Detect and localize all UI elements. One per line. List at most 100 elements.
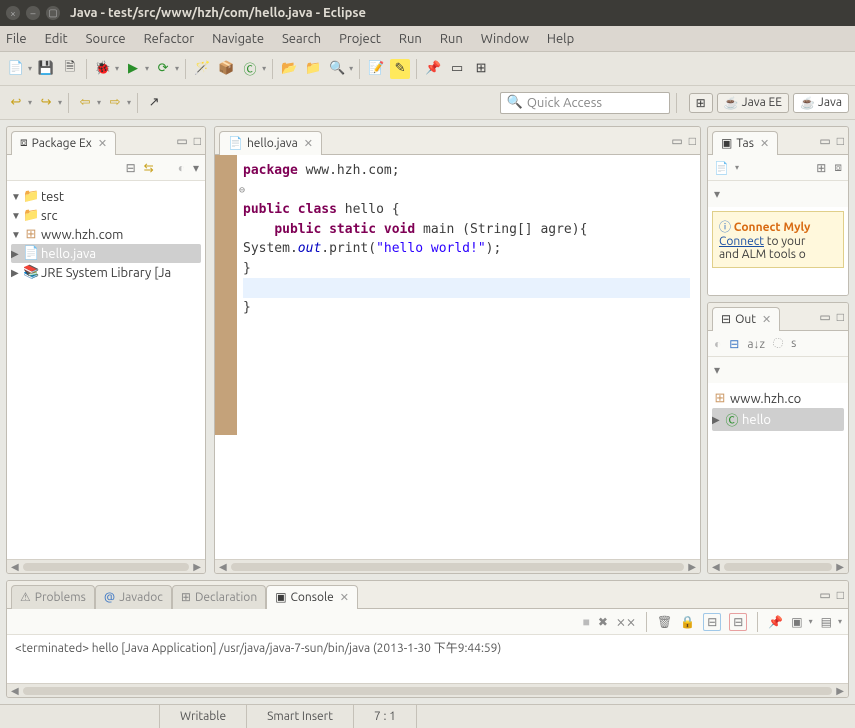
maximize-window-button[interactable]: ▢	[46, 6, 60, 20]
menu-project[interactable]: Project	[339, 32, 381, 46]
fold-icon[interactable]: ⊖	[239, 183, 245, 198]
close-icon[interactable]: ✕	[762, 313, 771, 326]
new-package-icon[interactable]: 📦	[216, 59, 236, 79]
new-icon[interactable]: 📄	[6, 59, 26, 79]
minimize-view-icon[interactable]: ▭	[819, 134, 830, 148]
display-console-icon[interactable]: ▣	[791, 615, 802, 629]
run-icon[interactable]: ▶	[123, 59, 143, 79]
menu-refactor[interactable]: Refactor	[144, 32, 195, 46]
sort-icon[interactable]: ⊟	[729, 337, 739, 351]
wand-icon[interactable]: 🪄	[192, 59, 212, 79]
minimize-view-icon[interactable]: ▭	[671, 134, 682, 148]
scrollbar[interactable]: ◀▶	[7, 683, 848, 697]
maximize-view-icon[interactable]: □	[837, 588, 844, 602]
next-annotation-icon[interactable]: ⇨	[105, 93, 125, 113]
close-icon[interactable]: ✕	[760, 137, 769, 150]
perspective-javaee[interactable]: ☕Java EE	[717, 93, 789, 113]
focus-icon[interactable]: ◐	[714, 337, 721, 351]
menu-window[interactable]: Window	[481, 32, 529, 46]
menu-help[interactable]: Help	[547, 32, 574, 46]
menu-source[interactable]: Source	[86, 32, 126, 46]
save-all-icon[interactable]: 🗎	[60, 59, 80, 79]
remove-all-icon[interactable]: ⨯⨯	[616, 615, 636, 629]
terminate-icon[interactable]: ■	[583, 615, 590, 629]
perspective-java[interactable]: ☕Java	[793, 93, 849, 113]
menu-edit[interactable]: Edit	[45, 32, 68, 46]
schedule-icon[interactable]: ⧈	[834, 161, 842, 175]
open-task-icon[interactable]: 📁	[303, 59, 323, 79]
maximize-view-icon[interactable]: □	[689, 134, 696, 148]
tab-editor-hello[interactable]: 📄 hello.java ✕	[219, 131, 322, 155]
minimize-view-icon[interactable]: ▭	[819, 588, 830, 602]
tab-outline[interactable]: ⊟ Out ✕	[712, 307, 780, 331]
highlight-icon[interactable]: ✎	[390, 59, 410, 79]
open-type-icon[interactable]: 📂	[279, 59, 299, 79]
close-window-button[interactable]: ×	[6, 6, 20, 20]
toggle-icon[interactable]: ⊞	[471, 59, 491, 79]
search-icon[interactable]: 🔍	[327, 59, 347, 79]
remove-launch-icon[interactable]: ✖	[598, 615, 608, 629]
tree-project[interactable]: ▼📁test	[11, 187, 201, 206]
hide-static-icon[interactable]: s	[791, 337, 796, 350]
maximize-view-icon[interactable]: □	[837, 134, 844, 148]
minimize-view-icon[interactable]: ▭	[819, 310, 830, 324]
collapse-all-icon[interactable]: ⊟	[126, 161, 136, 175]
connect-link[interactable]: Connect	[719, 235, 764, 248]
tree-jre[interactable]: ▶📚JRE System Library [Ja	[11, 263, 201, 282]
view-menu-icon[interactable]: ▾	[714, 363, 720, 377]
maximize-view-icon[interactable]: □	[194, 134, 201, 148]
maximize-view-icon[interactable]: □	[837, 310, 844, 324]
toggle-mark-icon[interactable]: 📝	[366, 59, 386, 79]
outline-class[interactable]: ▶Ⓒhello	[712, 408, 844, 431]
outline-package[interactable]: ⊞www.hzh.co	[712, 389, 844, 408]
last-edit-icon[interactable]: ↗	[144, 93, 164, 113]
code-editor[interactable]: ⊖ package www.hzh.com; public class hell…	[215, 155, 700, 323]
back-icon[interactable]: ↩	[6, 93, 26, 113]
new-class-icon[interactable]: Ⓒ	[240, 59, 260, 79]
close-icon[interactable]: ✕	[98, 137, 107, 150]
link-editor-icon[interactable]: ⇆	[144, 161, 154, 175]
tree-src[interactable]: ▼📁src	[11, 206, 201, 225]
tab-problems[interactable]: ⚠Problems	[11, 585, 95, 609]
window-icon[interactable]: ▭	[447, 59, 467, 79]
show-stderr-icon[interactable]: ⊟	[729, 613, 747, 631]
open-perspective-button[interactable]: ⊞	[689, 93, 713, 113]
tab-console[interactable]: ▣Console✕	[266, 585, 358, 609]
clear-console-icon[interactable]: 🗑	[657, 615, 672, 629]
run-last-icon[interactable]: ⟳	[153, 59, 173, 79]
menu-run[interactable]: Run	[399, 32, 422, 46]
sort-az-icon[interactable]: a↓z	[747, 337, 765, 351]
scroll-lock-icon[interactable]: 🔒	[680, 615, 695, 629]
debug-icon[interactable]: 🐞	[93, 59, 113, 79]
minimize-window-button[interactable]: –	[26, 6, 40, 20]
pin-icon[interactable]: 📌	[423, 59, 443, 79]
tree-package[interactable]: ▼⊞www.hzh.com	[11, 225, 201, 244]
minimize-view-icon[interactable]: ▭	[176, 134, 187, 148]
close-icon[interactable]: ✕	[304, 137, 313, 150]
scrollbar[interactable]: ◀▶	[708, 559, 848, 573]
tree-file-hello[interactable]: ▶📄hello.java	[11, 244, 201, 263]
hide-fields-icon[interactable]: ◌	[773, 337, 783, 350]
menu-navigate[interactable]: Navigate	[212, 32, 264, 46]
menu-search[interactable]: Search	[282, 32, 321, 46]
close-icon[interactable]: ✕	[340, 591, 349, 604]
tab-task-list[interactable]: ▣ Tas ✕	[712, 131, 778, 155]
pin-console-icon[interactable]: 📌	[768, 615, 783, 629]
console-output[interactable]: <terminated> hello [Java Application] /u…	[7, 635, 848, 683]
focus-icon[interactable]: ◐	[178, 161, 185, 175]
menu-file[interactable]: File	[6, 32, 27, 46]
scrollbar[interactable]: ◀▶	[215, 559, 700, 573]
quick-access-input[interactable]: 🔍 Quick Access	[500, 92, 670, 114]
prev-annotation-icon[interactable]: ⇦	[75, 93, 95, 113]
view-menu-icon[interactable]: ▾	[714, 187, 720, 201]
menu-run2[interactable]: Run	[440, 32, 463, 46]
show-stdout-icon[interactable]: ⊟	[703, 613, 721, 631]
tab-package-explorer[interactable]: ⧈ Package Ex ✕	[11, 131, 116, 155]
tab-javadoc[interactable]: @Javadoc	[95, 585, 172, 609]
scrollbar[interactable]: ◀▶	[7, 559, 205, 573]
new-task-icon[interactable]: 📄	[714, 161, 729, 175]
forward-icon[interactable]: ↪	[36, 93, 56, 113]
save-icon[interactable]: 💾	[36, 59, 56, 79]
open-console-icon[interactable]: ▤	[821, 615, 832, 629]
view-menu-icon[interactable]: ▾	[193, 161, 199, 175]
